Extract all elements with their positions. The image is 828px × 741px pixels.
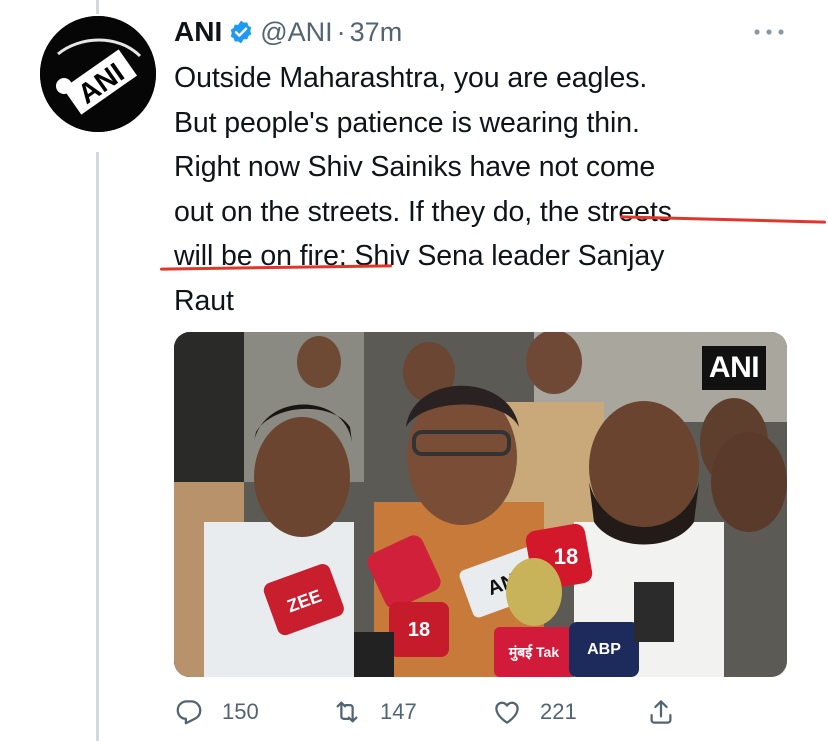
retweet-button[interactable]: 147 <box>332 690 417 734</box>
ani-watermark: ANI <box>702 346 766 390</box>
reply-count: 150 <box>222 699 259 724</box>
tweet-line: But people's patience is wearing thin. <box>174 106 640 139</box>
avatar[interactable]: ANI <box>40 16 156 132</box>
separator-dot: · <box>336 16 346 47</box>
more-options-icon[interactable] <box>752 22 786 42</box>
like-button[interactable]: 221 <box>492 690 577 734</box>
reply-button[interactable]: 150 <box>174 690 259 734</box>
like-count: 221 <box>540 699 577 724</box>
thread-line-top <box>96 0 99 14</box>
tweet-line: Right now Shiv Sainiks have not come <box>174 151 656 183</box>
mic-label: ABP <box>587 641 621 658</box>
mic-label: 18 <box>554 544 578 569</box>
tweet-line: Raut <box>174 284 234 317</box>
retweet-icon <box>336 701 358 723</box>
ani-logo: ANI <box>40 16 156 132</box>
mic-label: मुंबई Tak <box>508 644 559 662</box>
author-handle[interactable]: @ANI <box>260 17 332 48</box>
tweet-actions: 150 147 221 <box>174 690 734 734</box>
retweet-count: 147 <box>380 699 417 724</box>
reply-icon <box>176 700 202 725</box>
tweet-line: out on the streets. If they do, the stre… <box>174 195 672 228</box>
share-button[interactable] <box>646 690 694 734</box>
share-icon <box>650 700 672 724</box>
author-name[interactable]: ANI <box>174 16 222 48</box>
press-scene-illustration: ANI 18 ZEE 18 मुंबई Tak ABP <box>174 332 787 677</box>
tweet-line: Outside Maharashtra, you are eagles. <box>174 62 648 94</box>
thread-line <box>96 152 99 741</box>
mic-label: 18 <box>408 619 430 641</box>
timestamp[interactable]: 37m <box>350 17 403 48</box>
tweet-media-image[interactable]: ANI 18 ZEE 18 मुंबई Tak ABP ANI <box>174 332 787 677</box>
tweet-text: Outside Maharashtra, you are eagles. But… <box>174 56 794 323</box>
tweet-line: will be on fire: Shiv Sena leader Sanjay <box>174 240 665 272</box>
heart-icon <box>495 701 519 724</box>
tweet-header: ANI @ANI · 37m <box>174 14 402 50</box>
verified-badge-icon <box>230 20 252 44</box>
